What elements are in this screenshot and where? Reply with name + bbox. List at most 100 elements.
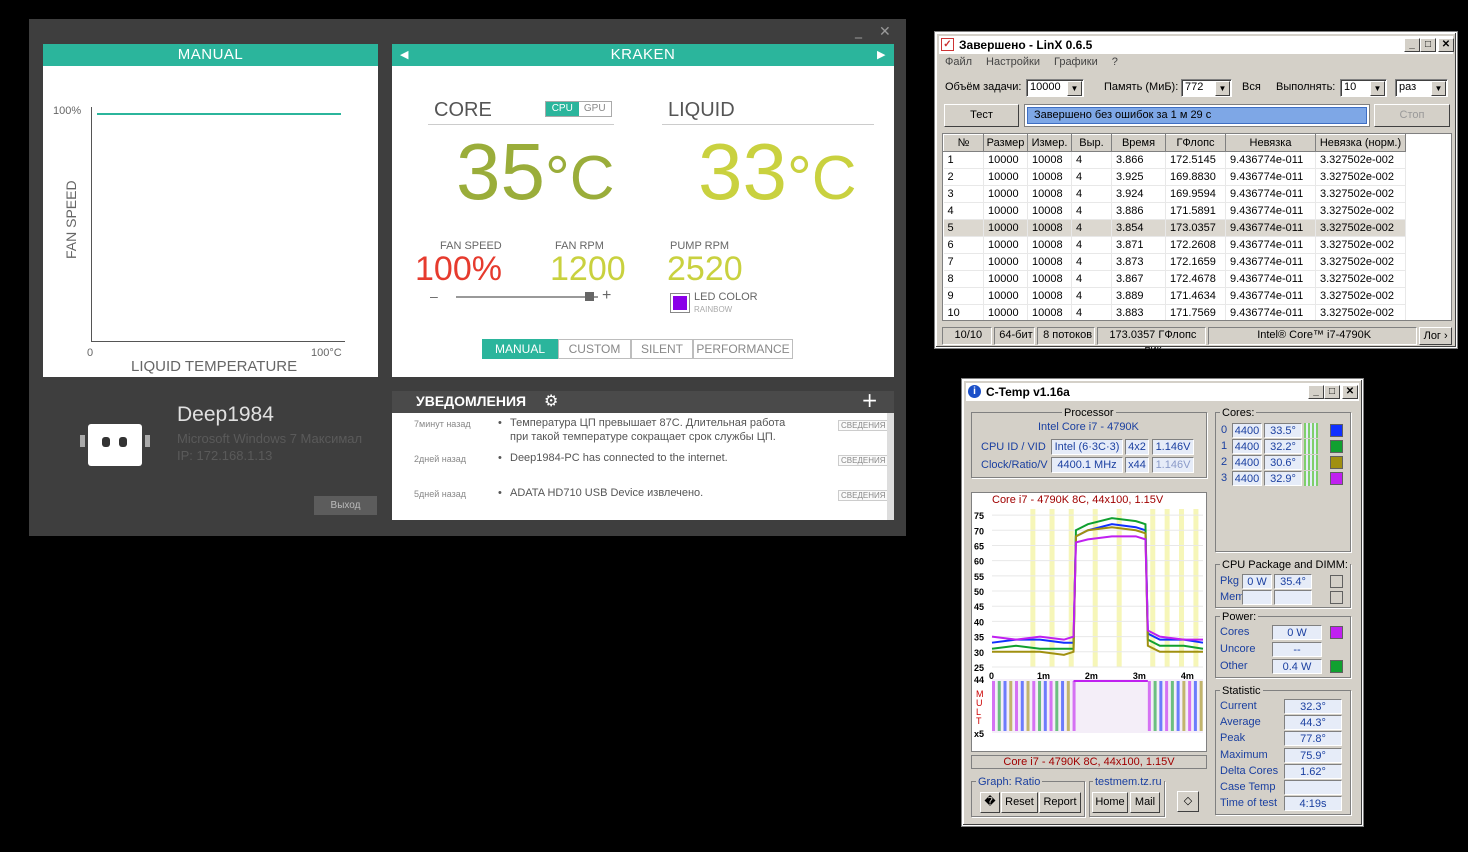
notifications-scrollbar[interactable] [887,413,894,520]
table-cell: 4 [1071,236,1112,254]
options-button[interactable]: ◇ [1177,791,1199,812]
cpu-tab[interactable]: CPU [546,102,579,116]
core-color-swatch[interactable] [1330,424,1343,437]
power-item-value: 0.4 W [1272,659,1322,674]
prev-device-icon[interactable]: ◀ [400,44,409,66]
close-button[interactable]: ✕ [1438,38,1454,52]
processor-label: Processor [1062,407,1116,419]
fan-curve-line[interactable] [97,113,341,115]
pkg-power: 0 W [1242,574,1272,589]
table-cell: 10008 [1027,185,1072,203]
table-cell: 4 [1071,202,1112,220]
core-color-swatch[interactable] [1330,456,1343,469]
column-header[interactable]: № [943,134,984,152]
column-header[interactable]: ГФлопс [1165,134,1226,152]
mail-button[interactable]: Mail [1130,792,1160,813]
column-header[interactable]: Выр. [1071,134,1112,152]
all-memory-label[interactable]: Вся [1242,81,1261,93]
report-button[interactable]: Report [1039,792,1081,813]
mode-tab-performance[interactable]: PERFORMANCE [693,339,793,359]
maximize-button[interactable]: □ [1324,385,1340,399]
add-notification-button[interactable]: + [861,388,878,412]
maximize-button[interactable]: □ [1420,38,1436,52]
table-cell: 10008 [1027,270,1072,288]
slider-plus[interactable]: + [602,287,611,305]
slider-minus[interactable]: – [430,288,438,304]
core-color-swatch[interactable] [1330,440,1343,453]
table-row[interactable]: 3 10000 10008 4 3.924 169.9594 9.436774e-011 3.… [943,185,1406,203]
chevron-down-icon[interactable]: ▼ [1370,81,1385,96]
table-row[interactable]: 5 10000 10008 4 3.854 173.0357 9.436774e-011 3.… [943,219,1406,237]
table-cell: 169.9594 [1165,185,1226,203]
mode-tab-manual[interactable]: MANUAL [482,339,558,359]
menu-settings[interactable]: Настройки [986,56,1040,68]
table-row[interactable]: 1 10000 10008 4 3.866 172.5145 9.436774e-011 3.… [943,151,1406,169]
mode-tab-silent[interactable]: SILENT [631,339,693,359]
reset-button[interactable]: Reset [1001,792,1038,813]
run-unit-select[interactable]: раз ▼ [1395,79,1448,97]
table-cell: 10000 [983,287,1028,305]
chevron-down-icon[interactable]: ▼ [1067,81,1082,96]
test-button[interactable]: Тест [944,104,1019,127]
column-header[interactable]: Время [1111,134,1166,152]
graph-ratio-label: Graph: Ratio [976,776,1043,788]
column-header[interactable]: Размер [983,134,1028,152]
column-header[interactable]: Измер. [1027,134,1072,152]
log-button[interactable]: Лог › [1419,327,1452,345]
problem-size-select[interactable]: 10000 ▼ [1026,79,1084,97]
liquid-temp-unit: °C [786,144,857,213]
power-color-swatch[interactable] [1330,660,1343,673]
gpu-tab[interactable]: GPU [579,102,612,116]
memory-select[interactable]: 772 ▼ [1181,79,1232,97]
column-header[interactable]: Невязка (норм.) [1315,134,1406,152]
table-row[interactable]: 4 10000 10008 4 3.886 171.5891 9.436774e-011 3.… [943,202,1406,220]
minimize-button[interactable]: _ [855,23,862,39]
mult-bar [1061,681,1065,731]
mem-color-swatch[interactable] [1330,591,1343,604]
stat-label: Case Temp [1220,781,1276,793]
fan-slider-track[interactable] [456,296,598,298]
table-row[interactable]: 2 10000 10008 4 3.925 169.8830 9.436774e-011 3.… [943,168,1406,186]
column-header[interactable]: Невязка [1225,134,1316,152]
unknown-glyph-button[interactable]: � [980,792,1000,813]
pkg-label: Pkg [1220,575,1239,587]
table-cell: 10000 [983,168,1028,186]
next-device-icon[interactable]: ▶ [877,44,886,66]
minimize-button[interactable]: _ [1308,385,1324,399]
menu-graphs[interactable]: Графики [1054,56,1098,68]
power-color-swatch[interactable] [1330,626,1343,639]
led-color-swatch[interactable] [670,293,690,313]
pkg-color-swatch[interactable] [1330,575,1343,588]
close-button[interactable]: ✕ [879,24,891,40]
menu-file[interactable]: Файл [945,56,972,68]
core-color-swatch[interactable] [1330,472,1343,485]
core-load-bar [1304,471,1318,486]
user-os: Microsoft Windows 7 Максимал [177,431,363,446]
notification-details-button[interactable]: СВЕДЕНИЯ [838,490,889,501]
chevron-down-icon[interactable]: ▼ [1215,81,1230,96]
chevron-down-icon[interactable]: ▼ [1431,81,1446,96]
table-row[interactable]: 7 10000 10008 4 3.873 172.1659 9.436774e-011 3.… [943,253,1406,271]
gear-icon[interactable]: ⚙ [544,391,558,410]
notification-details-button[interactable]: СВЕДЕНИЯ [838,420,889,431]
table-row[interactable]: 8 10000 10008 4 3.867 172.4678 9.436774e-011 3.… [943,270,1406,288]
site-label[interactable]: testmem.tz.ru [1093,776,1164,788]
problem-size-label: Объём задачи: [945,81,1022,93]
home-button[interactable]: Home [1092,792,1128,813]
menu-help[interactable]: ? [1112,56,1118,68]
table-row[interactable]: 9 10000 10008 4 3.889 171.4634 9.436774e-011 3.… [943,287,1406,305]
table-cell: 10008 [1027,219,1072,237]
mult-bar [1147,681,1151,731]
notification-details-button[interactable]: СВЕДЕНИЯ [838,455,889,466]
table-row[interactable]: 10 10000 10008 4 3.883 171.7569 9.436774e-011 3… [943,304,1406,320]
run-count-select[interactable]: 10 ▼ [1340,79,1387,97]
logout-button[interactable]: Выход [314,496,377,515]
kraken-title: KRAKEN [610,46,676,63]
minimize-button[interactable]: _ [1404,38,1420,52]
close-button[interactable]: ✕ [1342,385,1358,399]
table-row[interactable]: 6 10000 10008 4 3.871 172.2608 9.436774e-011 3.… [943,236,1406,254]
mode-tab-custom[interactable]: CUSTOM [558,339,631,359]
stop-button[interactable]: Стоп [1374,104,1450,127]
fan-slider-thumb[interactable] [585,292,595,301]
core-frequency: 4400 [1232,455,1262,470]
